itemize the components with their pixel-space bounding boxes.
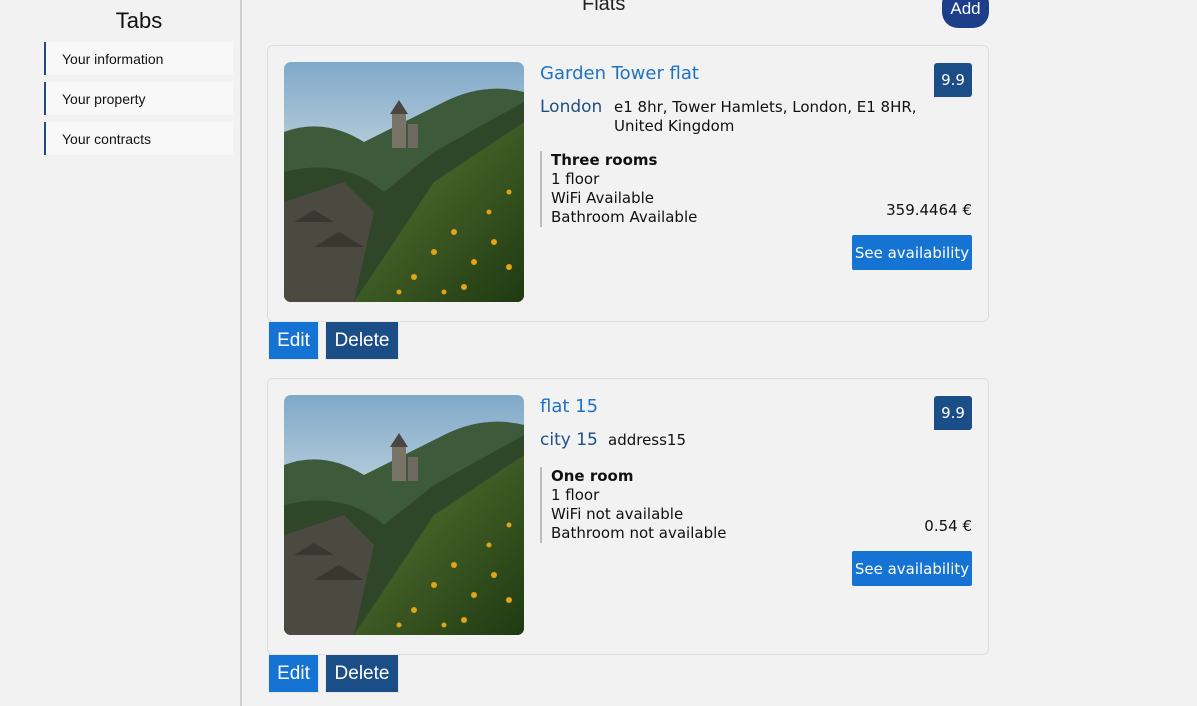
- sidebar-item-your-contracts[interactable]: Your contracts: [44, 122, 233, 155]
- rating-badge: 9.9: [934, 396, 972, 430]
- flat-price: 359.4464 €: [886, 201, 972, 219]
- flat-photo: [284, 395, 524, 635]
- see-availability-button[interactable]: See availability: [852, 235, 972, 270]
- see-availability-label: See availability: [854, 559, 970, 578]
- sidebar-item-label: Your contracts: [62, 131, 151, 147]
- flat-wifi: WiFi Available: [551, 189, 655, 207]
- sidebar-item-label: Your information: [62, 51, 164, 67]
- flat-bathroom: Bathroom not available: [551, 524, 727, 542]
- flat-photo: [284, 62, 524, 302]
- flat-bathroom: Bathroom Available: [551, 208, 698, 226]
- flat-features: Three rooms 1 floor WiFi Available Bathr…: [540, 151, 697, 227]
- edit-button[interactable]: Edit: [268, 654, 319, 693]
- sidebar-item-your-information[interactable]: Your information: [44, 42, 233, 75]
- flat-card: flat 15 9.9 city 15 address15 One room 1…: [267, 378, 989, 655]
- page-title: Flats: [582, 0, 626, 15]
- flat-name-link[interactable]: flat 15: [540, 396, 598, 417]
- flat-rooms: Three rooms: [551, 151, 658, 169]
- flat-address: address15: [608, 431, 687, 449]
- edit-label: Edit: [277, 329, 310, 351]
- delete-button[interactable]: Delete: [325, 321, 399, 360]
- flat-rooms: One room: [551, 467, 634, 485]
- flat-floor: 1 floor: [551, 486, 600, 504]
- sidebar: Tabs Your information Your property Your…: [0, 0, 242, 706]
- edit-label: Edit: [277, 662, 310, 684]
- flat-floor: 1 floor: [551, 170, 600, 188]
- see-availability-label: See availability: [854, 243, 970, 262]
- edit-button[interactable]: Edit: [268, 321, 319, 360]
- see-availability-button[interactable]: See availability: [852, 551, 972, 586]
- flat-name-link[interactable]: Garden Tower flat: [540, 63, 699, 84]
- flat-city: London: [540, 97, 603, 117]
- flat-city: city 15: [540, 430, 598, 450]
- flat-features: One room 1 floor WiFi not available Bath…: [540, 467, 726, 543]
- flat-price: 0.54 €: [924, 517, 972, 535]
- add-flat-button[interactable]: Add: [942, 0, 989, 28]
- delete-button[interactable]: Delete: [325, 654, 399, 693]
- rating-badge: 9.9: [934, 63, 972, 97]
- delete-label: Delete: [334, 329, 390, 351]
- sidebar-item-label: Your property: [62, 91, 146, 107]
- sidebar-title: Tabs: [115, 8, 163, 33]
- flat-card: Garden Tower flat 9.9 London e1 8hr, Tow…: [267, 45, 989, 322]
- flat-address: e1 8hr, Tower Hamlets, London, E1 8HR, U…: [614, 98, 917, 135]
- delete-label: Delete: [334, 662, 390, 684]
- sidebar-item-your-property[interactable]: Your property: [44, 82, 233, 115]
- add-button-label: Add: [950, 0, 981, 18]
- flat-wifi: WiFi not available: [551, 505, 684, 523]
